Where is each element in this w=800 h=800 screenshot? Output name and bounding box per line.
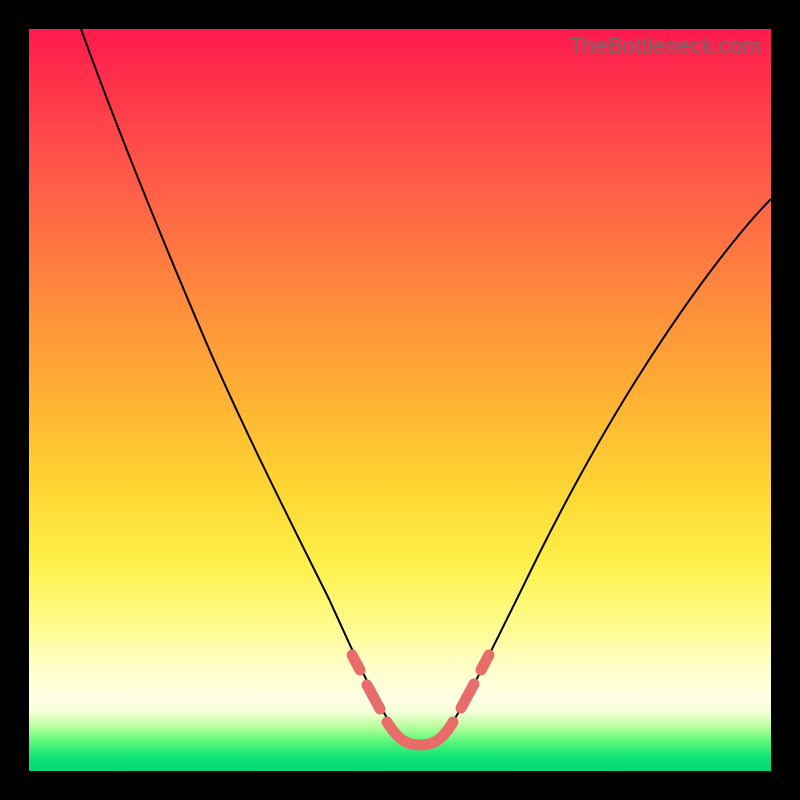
marker-seg-3 xyxy=(387,722,453,745)
marker-seg-4 xyxy=(461,684,474,708)
curve-svg xyxy=(29,29,771,771)
plot-area: TheBottleneck.com xyxy=(29,29,771,771)
chart-frame: TheBottleneck.com xyxy=(0,0,800,800)
marker-seg-2 xyxy=(367,685,380,709)
marker-seg-1 xyxy=(352,655,360,670)
marker-seg-5 xyxy=(481,655,489,670)
bottleneck-curve-path xyxy=(81,29,771,745)
